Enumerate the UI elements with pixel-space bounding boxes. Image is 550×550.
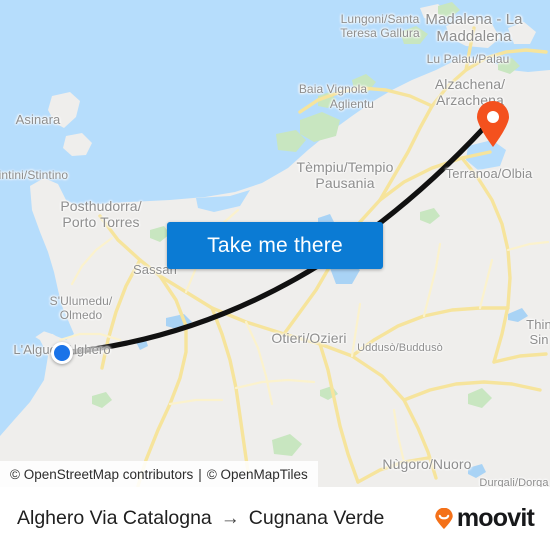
arrow-right-icon: →: [220, 508, 240, 529]
moovit-pin-icon: [435, 507, 453, 529]
moovit-logo[interactable]: moovit: [433, 504, 535, 532]
destination-marker[interactable]: [475, 100, 511, 148]
take-me-there-button[interactable]: Take me there: [167, 222, 383, 269]
origin-marker[interactable]: [51, 342, 73, 364]
map-canvas[interactable]: Asinara hintini/Stintino Posthudorra/ Po…: [0, 0, 550, 487]
footer-bar: Alghero Via Catalogna → Cugnana Verde mo…: [0, 487, 550, 550]
attribution-separator: |: [198, 466, 202, 482]
route-title: Alghero Via Catalogna → Cugnana Verde: [17, 507, 384, 530]
map-attribution: © OpenStreetMap contributors | © OpenMap…: [0, 461, 318, 487]
attribution-openmaptiles[interactable]: © OpenMapTiles: [207, 467, 308, 482]
moovit-wordmark: moovit: [456, 504, 535, 532]
route-origin-label: Alghero Via Catalogna: [17, 507, 212, 529]
attribution-openstreetmap[interactable]: © OpenStreetMap contributors: [10, 467, 193, 482]
route-destination-label: Cugnana Verde: [248, 507, 385, 529]
take-me-there-label: Take me there: [207, 233, 343, 257]
map-screenshot: Asinara hintini/Stintino Posthudorra/ Po…: [0, 0, 550, 550]
